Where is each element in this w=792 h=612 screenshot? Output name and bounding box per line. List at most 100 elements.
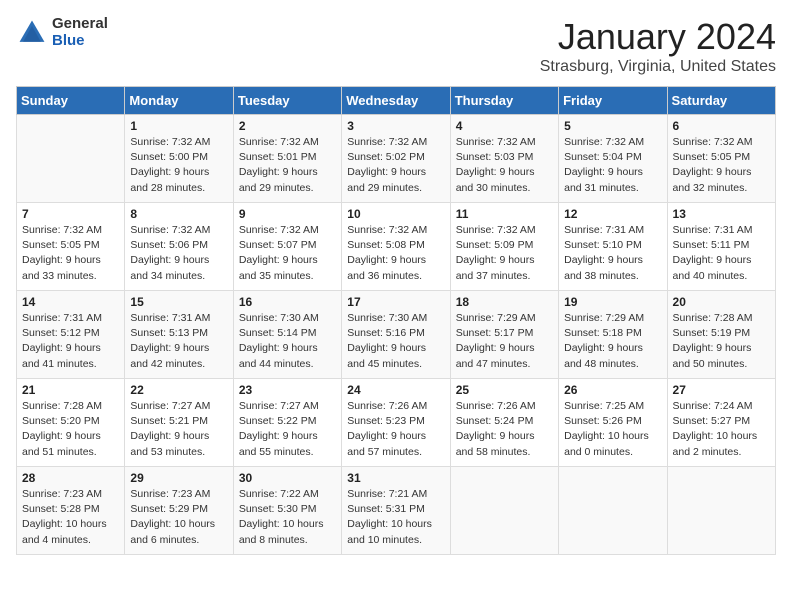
calendar-cell: 23 Sunrise: 7:27 AMSunset: 5:22 PMDayligh… <box>233 379 341 467</box>
calendar-cell: 20 Sunrise: 7:28 AMSunset: 5:19 PMDayligh… <box>667 291 775 379</box>
day-number: 29 <box>130 471 227 485</box>
calendar-cell: 2 Sunrise: 7:32 AMSunset: 5:01 PMDaylight… <box>233 115 341 203</box>
calendar-body: 1 Sunrise: 7:32 AMSunset: 5:00 PMDaylight… <box>17 115 776 555</box>
calendar-header-cell: Tuesday <box>233 87 341 115</box>
calendar-cell <box>559 467 667 555</box>
day-number: 18 <box>456 295 553 309</box>
day-info: Sunrise: 7:32 AMSunset: 5:05 PMDaylight:… <box>22 223 119 284</box>
calendar-cell: 9 Sunrise: 7:32 AMSunset: 5:07 PMDaylight… <box>233 203 341 291</box>
day-number: 2 <box>239 119 336 133</box>
calendar-header-cell: Sunday <box>17 87 125 115</box>
day-number: 26 <box>564 383 661 397</box>
day-info: Sunrise: 7:29 AMSunset: 5:18 PMDaylight:… <box>564 311 661 372</box>
calendar-cell: 22 Sunrise: 7:27 AMSunset: 5:21 PMDayligh… <box>125 379 233 467</box>
day-number: 30 <box>239 471 336 485</box>
calendar-cell <box>667 467 775 555</box>
day-number: 28 <box>22 471 119 485</box>
calendar-cell: 4Sunrise: 7:32 AMSunset: 5:03 PMDaylight… <box>450 115 558 203</box>
day-info: Sunrise: 7:32 AMSunset: 5:02 PMDaylight:… <box>347 135 444 196</box>
day-info: Sunrise: 7:32 AMSunset: 5:01 PMDaylight:… <box>239 135 336 196</box>
day-info: Sunrise: 7:32 AMSunset: 5:00 PMDaylight:… <box>130 135 227 196</box>
day-info: Sunrise: 7:31 AMSunset: 5:13 PMDaylight:… <box>130 311 227 372</box>
day-number: 22 <box>130 383 227 397</box>
calendar-cell: 25Sunrise: 7:26 AMSunset: 5:24 PMDayligh… <box>450 379 558 467</box>
calendar-week-row: 28 Sunrise: 7:23 AMSunset: 5:28 PMDayligh… <box>17 467 776 555</box>
day-number: 24 <box>347 383 444 397</box>
day-number: 16 <box>239 295 336 309</box>
calendar-cell: 5Sunrise: 7:32 AMSunset: 5:04 PMDaylight… <box>559 115 667 203</box>
calendar-cell: 24 Sunrise: 7:26 AMSunset: 5:23 PMDayligh… <box>342 379 450 467</box>
logo-text: General Blue <box>52 16 108 49</box>
day-number: 12 <box>564 207 661 221</box>
calendar-week-row: 21 Sunrise: 7:28 AMSunset: 5:20 PMDayligh… <box>17 379 776 467</box>
day-info: Sunrise: 7:28 AMSunset: 5:19 PMDaylight:… <box>673 311 770 372</box>
day-info: Sunrise: 7:32 AMSunset: 5:06 PMDaylight:… <box>130 223 227 284</box>
calendar-cell: 3 Sunrise: 7:32 AMSunset: 5:02 PMDaylight… <box>342 115 450 203</box>
day-info: Sunrise: 7:26 AMSunset: 5:23 PMDaylight:… <box>347 399 444 460</box>
day-info: Sunrise: 7:32 AMSunset: 5:09 PMDaylight:… <box>456 223 553 284</box>
day-number: 27 <box>673 383 770 397</box>
calendar-cell <box>450 467 558 555</box>
day-info: Sunrise: 7:31 AMSunset: 5:12 PMDaylight:… <box>22 311 119 372</box>
calendar-cell: 29Sunrise: 7:23 AMSunset: 5:29 PMDayligh… <box>125 467 233 555</box>
logo-blue: Blue <box>52 33 108 50</box>
calendar-header-row: SundayMondayTuesdayWednesdayThursdayFrid… <box>17 87 776 115</box>
calendar-week-row: 1 Sunrise: 7:32 AMSunset: 5:00 PMDaylight… <box>17 115 776 203</box>
day-number: 6 <box>673 119 770 133</box>
day-info: Sunrise: 7:25 AMSunset: 5:26 PMDaylight:… <box>564 399 661 460</box>
day-number: 19 <box>564 295 661 309</box>
day-number: 10 <box>347 207 444 221</box>
day-info: Sunrise: 7:27 AMSunset: 5:21 PMDaylight:… <box>130 399 227 460</box>
calendar-header-cell: Saturday <box>667 87 775 115</box>
day-number: 11 <box>456 207 553 221</box>
day-number: 21 <box>22 383 119 397</box>
calendar-cell: 31 Sunrise: 7:21 AMSunset: 5:31 PMDayligh… <box>342 467 450 555</box>
calendar-cell: 19 Sunrise: 7:29 AMSunset: 5:18 PMDayligh… <box>559 291 667 379</box>
logo-icon <box>16 17 48 49</box>
calendar-cell: 28 Sunrise: 7:23 AMSunset: 5:28 PMDayligh… <box>17 467 125 555</box>
calendar-cell: 7 Sunrise: 7:32 AMSunset: 5:05 PMDaylight… <box>17 203 125 291</box>
calendar-cell: 8Sunrise: 7:32 AMSunset: 5:06 PMDaylight… <box>125 203 233 291</box>
calendar-header-cell: Monday <box>125 87 233 115</box>
calendar-cell: 18 Sunrise: 7:29 AMSunset: 5:17 PMDayligh… <box>450 291 558 379</box>
day-info: Sunrise: 7:22 AMSunset: 5:30 PMDaylight:… <box>239 487 336 548</box>
day-number: 5 <box>564 119 661 133</box>
day-info: Sunrise: 7:32 AMSunset: 5:05 PMDaylight:… <box>673 135 770 196</box>
calendar-cell: 26 Sunrise: 7:25 AMSunset: 5:26 PMDayligh… <box>559 379 667 467</box>
calendar-week-row: 14Sunrise: 7:31 AMSunset: 5:12 PMDayligh… <box>17 291 776 379</box>
day-info: Sunrise: 7:30 AMSunset: 5:14 PMDaylight:… <box>239 311 336 372</box>
day-info: Sunrise: 7:23 AMSunset: 5:28 PMDaylight:… <box>22 487 119 548</box>
logo-general: General <box>52 16 108 33</box>
calendar-cell: 14Sunrise: 7:31 AMSunset: 5:12 PMDayligh… <box>17 291 125 379</box>
day-info: Sunrise: 7:32 AMSunset: 5:08 PMDaylight:… <box>347 223 444 284</box>
day-info: Sunrise: 7:31 AMSunset: 5:11 PMDaylight:… <box>673 223 770 284</box>
day-info: Sunrise: 7:31 AMSunset: 5:10 PMDaylight:… <box>564 223 661 284</box>
day-info: Sunrise: 7:28 AMSunset: 5:20 PMDaylight:… <box>22 399 119 460</box>
day-info: Sunrise: 7:24 AMSunset: 5:27 PMDaylight:… <box>673 399 770 460</box>
day-number: 7 <box>22 207 119 221</box>
calendar-table: SundayMondayTuesdayWednesdayThursdayFrid… <box>16 86 776 555</box>
calendar-cell: 21 Sunrise: 7:28 AMSunset: 5:20 PMDayligh… <box>17 379 125 467</box>
title-area: January 2024 Strasburg, Virginia, United… <box>540 16 776 76</box>
calendar-header-cell: Friday <box>559 87 667 115</box>
day-info: Sunrise: 7:21 AMSunset: 5:31 PMDaylight:… <box>347 487 444 548</box>
day-info: Sunrise: 7:32 AMSunset: 5:07 PMDaylight:… <box>239 223 336 284</box>
calendar-cell: 11 Sunrise: 7:32 AMSunset: 5:09 PMDayligh… <box>450 203 558 291</box>
day-number: 31 <box>347 471 444 485</box>
day-number: 25 <box>456 383 553 397</box>
day-info: Sunrise: 7:27 AMSunset: 5:22 PMDaylight:… <box>239 399 336 460</box>
day-number: 23 <box>239 383 336 397</box>
day-number: 3 <box>347 119 444 133</box>
day-number: 20 <box>673 295 770 309</box>
calendar-cell: 27 Sunrise: 7:24 AMSunset: 5:27 PMDayligh… <box>667 379 775 467</box>
calendar-header-cell: Wednesday <box>342 87 450 115</box>
location-title: Strasburg, Virginia, United States <box>540 58 776 76</box>
day-number: 15 <box>130 295 227 309</box>
calendar-cell: 13Sunrise: 7:31 AMSunset: 5:11 PMDayligh… <box>667 203 775 291</box>
calendar-cell: 12 Sunrise: 7:31 AMSunset: 5:10 PMDayligh… <box>559 203 667 291</box>
calendar-cell: 10 Sunrise: 7:32 AMSunset: 5:08 PMDayligh… <box>342 203 450 291</box>
day-info: Sunrise: 7:29 AMSunset: 5:17 PMDaylight:… <box>456 311 553 372</box>
day-number: 9 <box>239 207 336 221</box>
day-number: 1 <box>130 119 227 133</box>
calendar-cell <box>17 115 125 203</box>
